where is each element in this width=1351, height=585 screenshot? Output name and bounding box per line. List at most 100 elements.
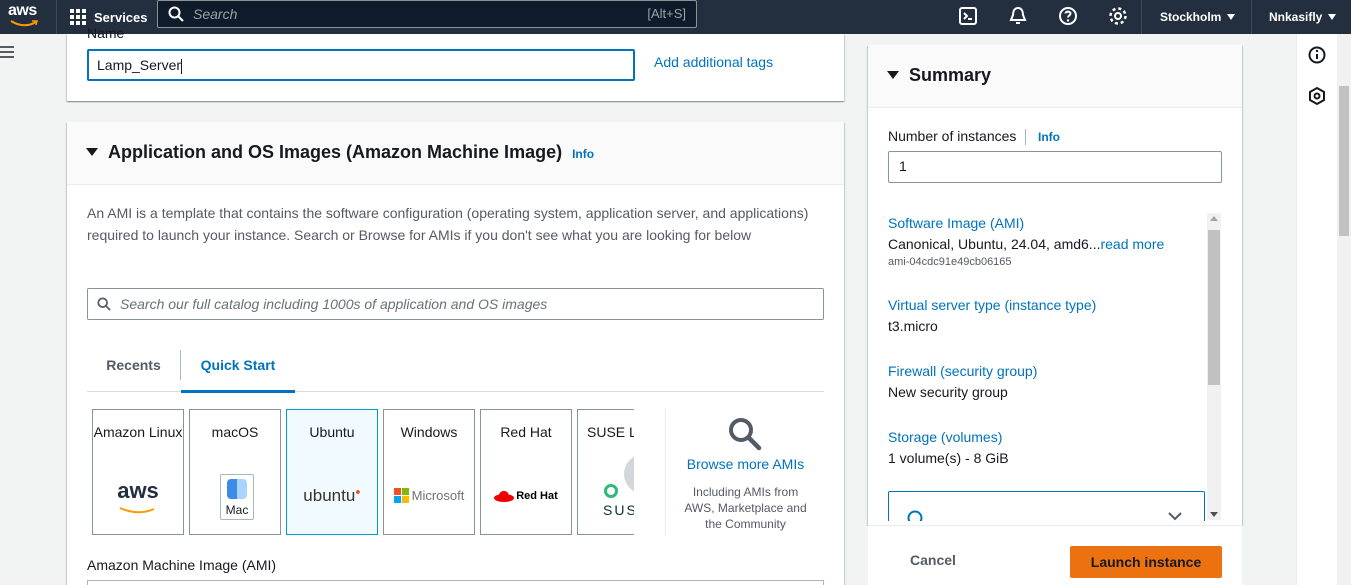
storage-value: 1 volume(s) - 8 GiB	[888, 450, 1009, 466]
instance-type-value: t3.micro	[888, 318, 938, 334]
free-tier-info-alert	[888, 491, 1205, 521]
instances-label: Number of instances	[888, 128, 1017, 144]
account-menu[interactable]: Nnkasifly	[1269, 0, 1337, 34]
os-logo-text: SUS	[603, 502, 634, 518]
summary-item-firewall: Firewall (security group) New security g…	[888, 363, 1037, 400]
os-tiles-carousel: Amazon Linux aws macOS Mac Ubuntu ubuntu…	[87, 122, 634, 585]
summary-actions: Cancel Launch instance	[868, 525, 1242, 585]
firewall-value: New security group	[888, 384, 1008, 400]
firewall-link[interactable]: Firewall (security group)	[888, 363, 1037, 379]
search-icon	[168, 6, 184, 22]
scroll-down-arrow-icon[interactable]	[1210, 512, 1218, 517]
os-tile-name: Red Hat	[500, 424, 552, 440]
instance-name-value: Lamp_Server	[97, 57, 182, 73]
ami-selector[interactable]	[87, 580, 824, 585]
nav-divider	[1141, 0, 1142, 34]
os-tile-ubuntu[interactable]: Ubuntu ubuntu●	[286, 409, 378, 535]
add-additional-tags-link[interactable]: Add additional tags	[654, 54, 773, 70]
os-logo-text: aws	[117, 478, 159, 503]
hexagon-settings-icon[interactable]	[1307, 86, 1327, 106]
global-search-input[interactable]: Search [Alt+S]	[157, 0, 697, 28]
red-hat-logo-icon: Red Hat	[481, 489, 571, 502]
suse-logo-icon	[604, 484, 618, 498]
region-selector[interactable]: Stockholm	[1160, 0, 1236, 34]
region-label: Stockholm	[1160, 10, 1222, 24]
search-placeholder: Search	[193, 6, 238, 22]
collapse-caret-icon[interactable]	[887, 71, 899, 79]
search-shortcut: [Alt+S]	[647, 6, 686, 21]
top-navigation: aws Services Search [Alt+S] Stockholm Nn…	[0, 0, 1351, 34]
notifications-icon[interactable]	[1007, 5, 1029, 27]
browse-more-amis-subtext: Including AMIs from AWS, Marketplace and…	[684, 485, 807, 531]
summary-item-ami: Software Image (AMI) Canonical, Ubuntu, …	[888, 215, 1164, 268]
os-logo-text: Microsoft	[411, 488, 465, 503]
browse-more-amis-link[interactable]: Browse more AMIs	[666, 456, 825, 472]
os-tile-name: SUSE Li	[587, 424, 634, 440]
ami-panel: Application and OS Images (Amazon Machin…	[67, 122, 844, 585]
software-image-link[interactable]: Software Image (AMI)	[888, 215, 1164, 231]
os-tile-name: Ubuntu	[309, 424, 355, 440]
amazon-linux-logo-icon: aws	[93, 480, 183, 518]
settings-gear-icon[interactable]	[1107, 5, 1129, 27]
aws-logo-text: aws	[8, 2, 37, 19]
launch-instance-button[interactable]: Launch instance	[1070, 546, 1222, 578]
ami-name-text: Canonical, Ubuntu, 24.04, amd6...	[888, 236, 1101, 252]
browse-more-amis-panel: Browse more AMIs Including AMIs from AWS…	[665, 409, 825, 535]
page-scroll-thumb[interactable]	[1339, 86, 1349, 236]
name-field-label: Name	[87, 25, 125, 41]
os-tile-name: macOS	[211, 424, 259, 440]
caret-down-icon	[1227, 14, 1236, 20]
os-logo-text: Red Hat	[516, 489, 558, 502]
summary-scroll-thumb[interactable]	[1208, 230, 1220, 385]
os-tile-red-hat[interactable]: Red Hat Red Hat	[480, 409, 572, 535]
right-utility-rail	[1296, 34, 1337, 585]
page-scrollbar[interactable]	[1337, 34, 1351, 585]
summary-title: Summary	[909, 65, 992, 85]
os-logo-text: Mac	[225, 503, 249, 517]
instance-type-link[interactable]: Virtual server type (instance type)	[888, 297, 1096, 313]
aws-logo[interactable]: aws	[4, 0, 42, 34]
info-panel-icon[interactable]	[1307, 45, 1327, 65]
services-grid-icon	[70, 9, 86, 25]
summary-scrollbar[interactable]	[1207, 213, 1221, 520]
chevron-down-icon[interactable]	[1168, 512, 1182, 521]
summary-item-storage: Storage (volumes) 1 volume(s) - 8 GiB	[888, 429, 1009, 466]
help-icon[interactable]	[1057, 5, 1079, 27]
os-tile-macos[interactable]: macOS Mac	[189, 409, 281, 535]
nav-divider	[1251, 0, 1252, 34]
summary-item-instance-type: Virtual server type (instance type) t3.m…	[888, 297, 1096, 334]
ami-id: ami-04cdc91e49cb06165	[888, 256, 1012, 268]
scroll-up-arrow-icon[interactable]	[1210, 216, 1218, 221]
os-logo-text: ubuntu	[303, 486, 356, 505]
microsoft-logo-icon: Microsoft	[384, 488, 474, 503]
account-label: Nnkasifly	[1269, 10, 1323, 24]
aws-smile-icon	[10, 20, 38, 27]
software-image-value: Canonical, Ubuntu, 24.04, amd6...read mo…	[888, 236, 1164, 252]
summary-header[interactable]: Summary	[868, 45, 1242, 108]
summary-panel: Summary Number of instances Info 1 Softw…	[868, 45, 1242, 525]
info-circle-icon	[907, 510, 923, 521]
label-divider	[1025, 129, 1026, 145]
ami-field-label: Amazon Machine Image (AMI)	[87, 557, 277, 573]
read-more-link[interactable]: read more	[1100, 236, 1164, 252]
os-tile-windows[interactable]: Windows Microsoft	[383, 409, 475, 535]
instances-info-link[interactable]: Info	[1038, 130, 1060, 144]
instance-name-input[interactable]: Lamp_Server	[87, 49, 635, 81]
summary-details-scroll: Software Image (AMI) Canonical, Ubuntu, …	[888, 213, 1222, 521]
cancel-button[interactable]: Cancel	[890, 546, 976, 574]
name-and-tags-panel: Name Lamp_Server Add additional tags	[67, 25, 844, 101]
number-of-instances-input[interactable]: 1	[888, 151, 1222, 183]
side-nav-toggle-icon[interactable]	[0, 46, 14, 61]
nav-divider	[56, 0, 57, 34]
macos-logo-icon: Mac	[220, 474, 254, 520]
services-label: Services	[94, 9, 148, 25]
cloudshell-icon[interactable]	[957, 5, 979, 27]
magnifier-icon	[729, 418, 762, 451]
os-tile-name: Amazon Linux	[93, 424, 183, 440]
os-tile-name: Windows	[400, 424, 458, 440]
os-tile-amazon-linux[interactable]: Amazon Linux aws	[92, 409, 184, 535]
storage-link[interactable]: Storage (volumes)	[888, 429, 1009, 445]
caret-down-icon	[1328, 14, 1337, 20]
ubuntu-logo-icon: ubuntu●	[303, 486, 361, 505]
text-cursor	[181, 58, 183, 74]
